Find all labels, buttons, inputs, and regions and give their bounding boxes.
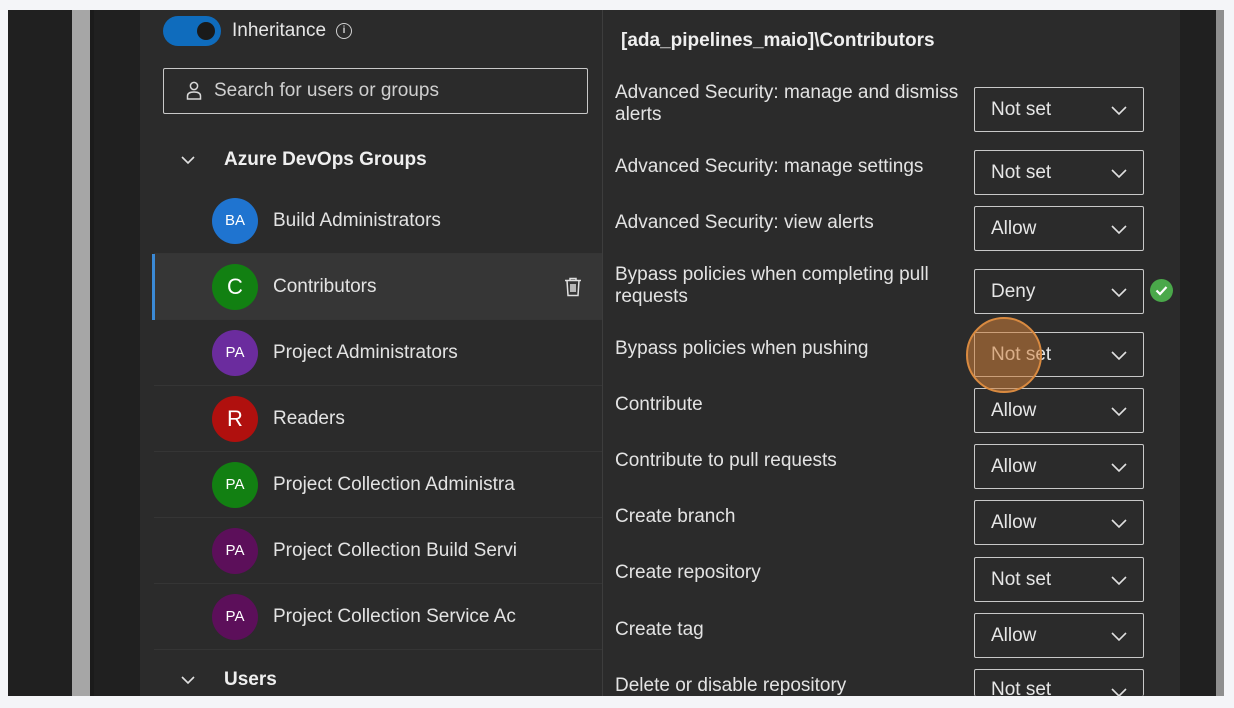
permissions-title: [ada_pipelines_maio]\Contributors [621,30,935,51]
chevron-down-icon [1111,407,1127,417]
left-edge-shadow [90,10,94,696]
member-row-project-collection-build-service[interactable]: PA Project Collection Build Servi [154,518,602,584]
inheritance-toggle[interactable] [163,16,221,46]
permission-value: Allow [991,399,1037,421]
permission-value: Allow [991,511,1037,533]
permission-value: Allow [991,217,1037,239]
permission-label: Create repository [615,562,761,583]
permission-select[interactable]: Allow [974,206,1144,251]
permission-value: Not set [991,98,1052,120]
member-row-project-administrators[interactable]: PA Project Administrators [154,320,602,386]
left-edge-strip [72,10,90,696]
member-name: Build Administrators [273,209,441,231]
member-name: Project Administrators [273,341,458,363]
permission-select[interactable]: Not set [974,87,1144,132]
permission-label: Advanced Security: manage and dismiss al… [615,82,959,125]
info-icon[interactable]: i [336,23,353,39]
permission-select[interactable]: Allow [974,388,1144,433]
check-circle-icon [1150,279,1173,302]
chevron-down-icon [1111,351,1127,361]
avatar: PA [212,593,258,640]
member-row-project-collection-administrators[interactable]: PA Project Collection Administra [154,452,602,518]
permission-label: Advanced Security: view alerts [615,212,874,233]
permission-label: Contribute [615,394,703,415]
permission-value: Not set [991,568,1052,590]
member-row-project-collection-service-accounts[interactable]: PA Project Collection Service Ac [154,584,602,650]
permission-label: Bypass policies when pushing [615,338,869,359]
avatar: BA [212,197,258,244]
chevron-down-icon [1111,169,1127,179]
permission-select[interactable]: Not set [974,557,1144,602]
chevron-down-icon [1111,632,1127,642]
chevron-down-icon [1111,288,1127,298]
search-input[interactable] [212,79,576,103]
permission-select[interactable]: Deny [974,269,1144,314]
trash-icon[interactable] [564,277,582,297]
permission-value: Allow [991,455,1037,477]
chevron-down-icon [1111,688,1127,698]
permission-select[interactable]: Allow [974,613,1144,658]
chevron-down-icon [1111,463,1127,473]
chevron-down-icon [1111,519,1127,529]
permission-select[interactable]: Allow [974,444,1144,489]
permission-select[interactable]: Allow [974,500,1144,545]
person-icon [186,81,202,100]
permission-select[interactable]: Not set [974,332,1144,377]
chevron-down-icon [1111,576,1127,586]
group-title: Users [224,669,277,690]
permission-label: Create tag [615,619,704,640]
permission-label: Create branch [615,506,736,527]
member-name: Project Collection Build Servi [273,539,517,561]
permission-label: Advanced Security: manage settings [615,156,924,177]
member-row-build-administrators[interactable]: BA Build Administrators [154,188,602,254]
avatar: PA [212,527,258,574]
avatar: C [212,263,258,310]
avatar: PA [212,461,258,508]
scrollbar-track[interactable] [1216,10,1224,696]
pane-divider [602,10,603,696]
permission-label: Bypass policies when completing pull req… [615,264,929,307]
group-title: Azure DevOps Groups [224,149,427,170]
member-name: Contributors [273,275,377,297]
permission-value: Not set [991,679,1052,700]
group-header-users[interactable]: Users [154,652,602,708]
permission-value: Deny [991,280,1036,302]
permission-label: Delete or disable repository [615,675,847,696]
chevron-down-icon[interactable] [180,672,196,688]
permission-label: Contribute to pull requests [615,450,837,471]
permission-value: Allow [991,624,1037,646]
search-box[interactable] [163,68,588,114]
member-name: Readers [273,407,345,429]
group-header-azure-devops[interactable]: Azure DevOps Groups [154,132,602,189]
avatar: PA [212,329,258,376]
permission-value: Not set [991,161,1052,183]
permission-select[interactable]: Not set [974,150,1144,195]
inheritance-row: Inheritance i [163,16,353,46]
member-name: Project Collection Service Ac [273,605,516,627]
member-row-readers[interactable]: R Readers [154,386,602,452]
member-row-contributors[interactable]: C Contributors [152,254,602,320]
chevron-down-icon [1111,106,1127,116]
inheritance-label: Inheritance [232,20,327,41]
permission-value: Not set [991,343,1052,365]
toggle-knob [197,22,215,40]
member-name: Project Collection Administra [273,473,515,495]
permission-select[interactable]: Not set [974,669,1144,700]
chevron-down-icon [1111,225,1127,235]
chevron-down-icon[interactable] [180,152,196,168]
avatar: R [212,395,258,442]
